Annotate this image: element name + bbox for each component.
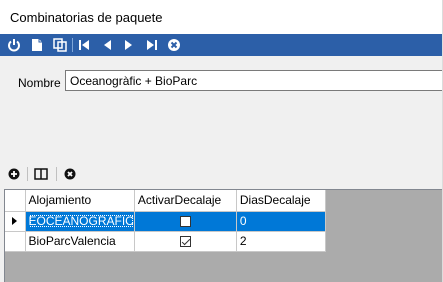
- row-header-corner: [5, 190, 26, 212]
- cell-activar-decalaje[interactable]: [134, 231, 237, 252]
- next-record-icon[interactable]: [121, 37, 137, 53]
- column-header-dias-decalaje[interactable]: DiasDecalaje: [236, 190, 326, 212]
- column-header-activar-decalaje[interactable]: ActivarDecalaje: [134, 190, 237, 212]
- cell-alojamiento[interactable]: EOCEANOGRAFIC: [25, 211, 135, 232]
- table-row[interactable]: EOCEANOGRAFIC 0: [5, 211, 326, 232]
- add-icon[interactable]: [6, 166, 22, 182]
- columns-icon[interactable]: [33, 166, 49, 182]
- current-row-arrow-icon: [12, 217, 18, 225]
- row-header[interactable]: [5, 211, 26, 232]
- cell-dias-decalaje[interactable]: 2: [236, 231, 326, 252]
- cell-activar-decalaje[interactable]: [134, 211, 237, 232]
- combinations-grid[interactable]: Alojamiento ActivarDecalaje DiasDecalaje…: [4, 189, 443, 282]
- window-titlebar: Combinatorias de paquete: [0, 0, 443, 34]
- window-title: Combinatorias de paquete: [10, 10, 163, 25]
- grid-toolbar-separator: [56, 167, 57, 181]
- remove-icon[interactable]: [62, 166, 78, 182]
- first-record-icon[interactable]: [76, 37, 92, 53]
- activar-decalaje-checkbox[interactable]: [179, 216, 191, 228]
- grid-toolbar: [0, 163, 443, 185]
- power-icon[interactable]: [6, 37, 22, 53]
- grid-table: Alojamiento ActivarDecalaje DiasDecalaje…: [5, 190, 326, 252]
- nombre-label: Nombre: [18, 76, 61, 90]
- activar-decalaje-checkbox[interactable]: [179, 236, 191, 248]
- nombre-field[interactable]: Oceanogràfic + BioParc: [65, 70, 443, 91]
- delete-icon[interactable]: [166, 37, 182, 53]
- grid-toolbar-separator: [27, 167, 28, 181]
- toolbar-separator: [72, 38, 73, 52]
- copy-icon[interactable]: [52, 37, 68, 53]
- cell-dias-decalaje[interactable]: 0: [236, 211, 326, 232]
- table-row[interactable]: BioParcValencia 2: [5, 231, 326, 252]
- main-toolbar: [0, 34, 443, 56]
- column-header-alojamiento[interactable]: Alojamiento: [25, 190, 135, 212]
- last-record-icon[interactable]: [144, 37, 160, 53]
- new-document-icon[interactable]: [29, 37, 45, 53]
- row-header[interactable]: [5, 231, 26, 252]
- cell-alojamiento[interactable]: BioParcValencia: [25, 231, 135, 252]
- previous-record-icon[interactable]: [99, 37, 115, 53]
